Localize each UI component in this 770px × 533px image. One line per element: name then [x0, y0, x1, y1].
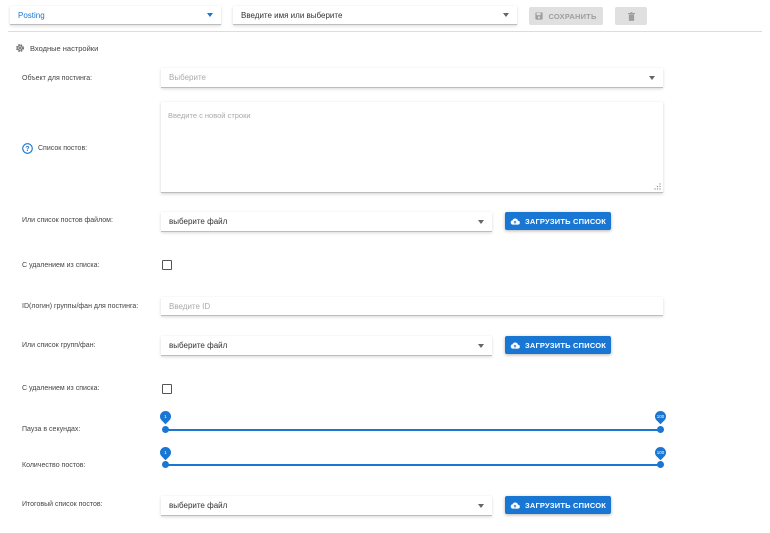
posts-textarea[interactable]: Введите с новой строки: [161, 102, 663, 193]
help-icon[interactable]: ?: [22, 143, 33, 154]
group-id-input[interactable]: Введите ID: [161, 297, 663, 316]
upload-groups-button[interactable]: ЗАГРУЗИТЬ СПИСОК: [505, 336, 611, 354]
chevron-down-icon: [649, 75, 655, 80]
save-button[interactable]: СОХРАНИТЬ: [529, 7, 603, 25]
upload-final-button[interactable]: ЗАГРУЗИТЬ СПИСОК: [505, 496, 611, 514]
pause-slider-max-handle[interactable]: [657, 426, 664, 433]
posts-file-select-value: выберите файл: [169, 217, 228, 226]
svg-text:?: ?: [25, 146, 29, 153]
chevron-down-icon: [478, 343, 484, 348]
delete-from-list-checkbox-1[interactable]: [162, 260, 172, 270]
posts-textarea-placeholder: Введите с новой строки: [168, 111, 251, 120]
pause-min-value: 1: [164, 414, 167, 419]
upload-groups-button-label: ЗАГРУЗИТЬ СПИСОК: [524, 340, 607, 350]
final-file-select-value: выберите файл: [169, 501, 228, 510]
resize-handle-icon[interactable]: [654, 183, 661, 190]
pause-max-value: 100: [656, 414, 665, 419]
count-max-tooltip: 100: [652, 444, 669, 461]
trash-icon: [627, 11, 635, 21]
section-title: Входные настройки: [30, 44, 99, 53]
count-min-value: 1: [164, 450, 167, 455]
groups-list-label: Или список групп/фан:: [22, 342, 96, 349]
groups-file-select-value: выберите файл: [169, 341, 228, 350]
chevron-down-icon: [503, 13, 509, 17]
cloud-upload-icon: [510, 502, 520, 509]
count-slider-max-handle[interactable]: [657, 461, 664, 468]
delete-from-list-label-2: С удалением из списка:: [22, 385, 100, 392]
upload-posts-button-label: ЗАГРУЗИТЬ СПИСОК: [524, 216, 607, 226]
count-slider-min-handle[interactable]: [162, 461, 169, 468]
chevron-down-icon: [207, 13, 213, 17]
pause-label: Пауза в секундах:: [22, 426, 81, 433]
mode-select-value: Posting: [18, 10, 45, 20]
cloud-upload-icon: [510, 342, 520, 349]
save-icon: [535, 12, 544, 20]
upload-posts-button[interactable]: ЗАГРУЗИТЬ СПИСОК: [505, 212, 611, 230]
count-max-value: 100: [656, 450, 665, 455]
delete-from-list-label-1: С удалением из списка:: [22, 262, 100, 269]
posts-file-label: Или список постов файлом:: [22, 217, 113, 224]
pause-min-tooltip: 1: [157, 408, 174, 425]
final-list-label: Итоговый список постов:: [22, 501, 103, 508]
count-label: Количество постов:: [22, 462, 86, 469]
chevron-down-icon: [478, 503, 484, 508]
chevron-down-icon: [478, 219, 484, 224]
pause-slider-min-handle[interactable]: [162, 426, 169, 433]
delete-button[interactable]: [615, 7, 647, 25]
posts-label: Список постов:: [38, 145, 88, 152]
groups-file-select[interactable]: выберите файл: [161, 336, 492, 356]
toolbar-divider: [8, 31, 762, 32]
gear-icon: [16, 44, 24, 52]
delete-from-list-checkbox-2[interactable]: [162, 384, 172, 394]
object-select[interactable]: Выберите: [161, 68, 663, 88]
final-file-select[interactable]: выберите файл: [161, 496, 492, 516]
pause-max-tooltip: 100: [652, 408, 669, 425]
name-select-placeholder: Введите имя или выберите: [241, 10, 343, 20]
group-id-label: ID(логин) группы/фан для постинга:: [22, 303, 139, 310]
count-slider-track[interactable]: [165, 464, 660, 466]
mode-select[interactable]: Posting: [10, 6, 221, 25]
pause-slider-track[interactable]: [165, 429, 660, 431]
upload-final-button-label: ЗАГРУЗИТЬ СПИСОК: [524, 500, 607, 510]
group-id-input-placeholder: Введите ID: [169, 301, 211, 311]
count-min-tooltip: 1: [157, 444, 174, 461]
cloud-upload-icon: [510, 218, 520, 225]
name-select[interactable]: Введите имя или выберите: [233, 6, 517, 25]
save-button-label: СОХРАНИТЬ: [548, 11, 597, 21]
object-select-placeholder: Выберите: [169, 73, 206, 82]
posts-file-select[interactable]: выберите файл: [161, 212, 492, 232]
object-label: Объект для постинга:: [22, 75, 93, 82]
